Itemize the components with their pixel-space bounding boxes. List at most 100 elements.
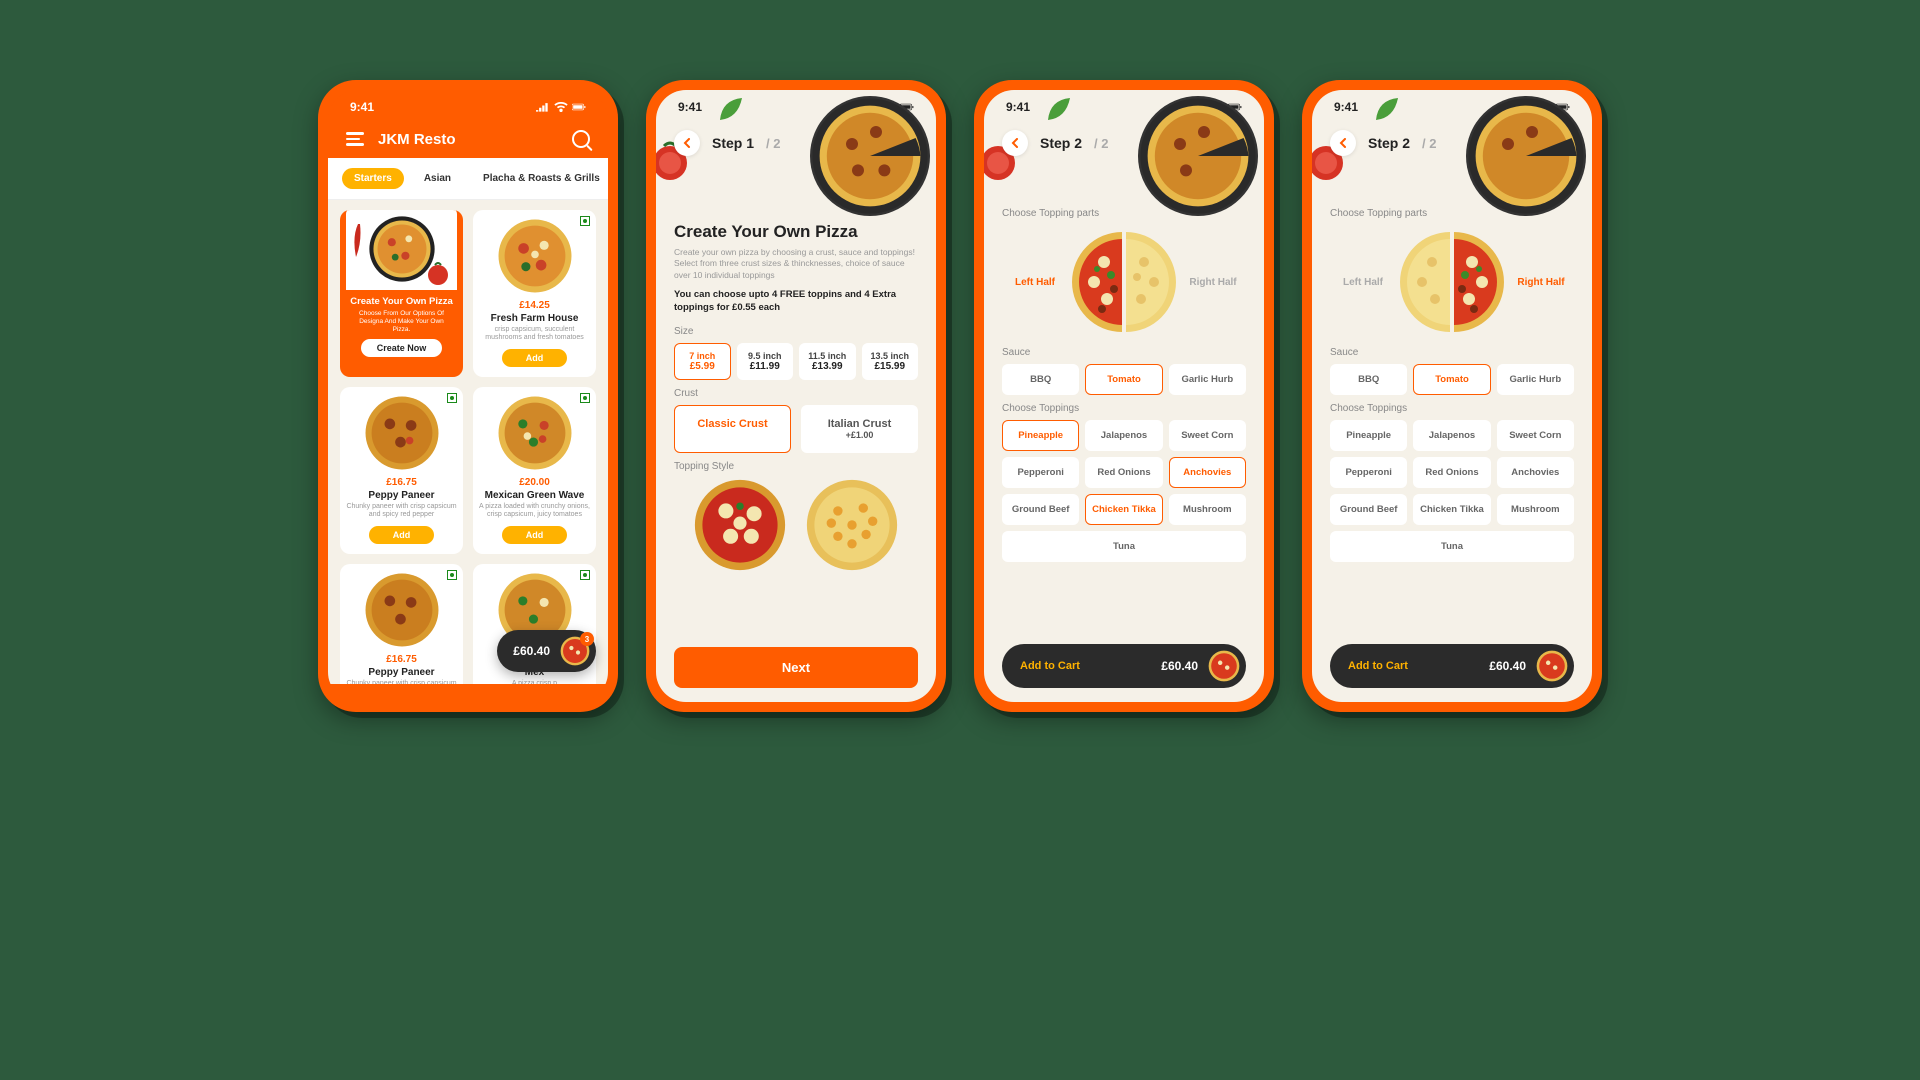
chip-option[interactable]: Pineapple [1330,420,1407,451]
size-option[interactable]: 9.5 inch£11.99 [737,343,794,380]
left-half-label[interactable]: Left Half [1007,277,1063,288]
chip-option[interactable]: Tomato [1085,364,1162,395]
chip-option[interactable]: Sweet Corn [1497,420,1574,451]
veg-icon [447,570,457,580]
chip-option[interactable]: Jalapenos [1085,420,1162,451]
step-label: Step 1 [712,135,754,151]
add-cart-label: Add to Cart [1020,660,1151,672]
status-time: 9:41 [678,100,702,114]
product-price: £16.75 [386,477,417,488]
create-now-button[interactable]: Create Now [361,339,443,357]
chip-option[interactable]: Chicken Tikka [1085,494,1162,525]
size-label: Size [674,326,918,337]
step-total: / 2 [766,136,780,151]
topping-style-option[interactable] [805,478,899,572]
chip-option[interactable]: Mushroom [1497,494,1574,525]
product-desc: A pizza loaded with crunchy onions, cris… [479,503,590,520]
product-price: £16.75 [386,654,417,665]
back-button[interactable] [674,130,700,156]
step-label: Step 2 [1368,135,1410,151]
chip-option[interactable]: Pepperoni [1002,457,1079,488]
add-button[interactable]: Add [502,526,568,544]
right-half-label[interactable]: Right Half [1185,277,1241,288]
size-option[interactable]: 11.5 inch£13.99 [799,343,856,380]
back-button[interactable] [1002,130,1028,156]
search-icon[interactable] [572,130,590,148]
chili-icon [350,222,370,262]
leaf-icon [1372,94,1402,124]
step-total: / 2 [1422,136,1436,151]
chip-option[interactable]: Ground Beef [1330,494,1407,525]
hero-title: Create Your Own Pizza [350,296,453,307]
product-card[interactable]: £16.75 Peppy Paneer Chunky paneer with c… [340,387,463,554]
chip-option[interactable]: Red Onions [1085,457,1162,488]
hero-subtitle: Choose From Our Options Of Designa And M… [346,310,457,333]
chip-option[interactable]: Red Onions [1413,457,1490,488]
veg-icon [447,393,457,403]
tab-asian[interactable]: Asian [412,168,463,189]
product-price: £14.25 [519,300,550,311]
chip-option[interactable]: Sweet Corn [1169,420,1246,451]
chip-option[interactable]: Mushroom [1169,494,1246,525]
chip-option[interactable]: Garlic Hurb [1169,364,1246,395]
status-time: 9:41 [1006,100,1030,114]
pizza-icon [1536,650,1568,682]
topping-options: PineappleJalapenosSweet Corn PepperoniRed… [1330,420,1574,562]
pizza-halves[interactable] [1397,227,1507,337]
add-cart-label: Add to Cart [1348,660,1479,672]
product-desc: A pizza crisp p [512,680,557,684]
status-icons [536,102,586,112]
toppings-label: Choose Toppings [1002,403,1246,414]
pizza-icon [364,395,440,471]
add-to-cart-button[interactable]: Add to Cart £60.40 [1002,644,1246,688]
chip-option[interactable]: Anchovies [1169,457,1246,488]
size-option[interactable]: 7 inch£5.99 [674,343,731,380]
chip-option[interactable]: Pineapple [1002,420,1079,451]
product-card[interactable]: £16.75 Peppy Paneer Chunky paneer with c… [340,564,463,684]
product-card[interactable]: £20.00 Mexican Green Wave A pizza loaded… [473,387,596,554]
chip-option[interactable]: Chicken Tikka [1413,494,1490,525]
sauce-options: BBQTomatoGarlic Hurb [1330,364,1574,395]
leaf-icon [716,94,746,124]
hero-card[interactable]: Create Your Own Pizza Choose From Our Op… [340,210,463,377]
back-button[interactable] [1330,130,1356,156]
add-button[interactable]: Add [502,349,568,367]
pizza-icon [364,572,440,648]
topping-style-option[interactable] [693,478,787,572]
topping-options: PineappleJalapenosSweet Corn PepperoniRed… [1002,420,1246,562]
chip-option[interactable]: BBQ [1330,364,1407,395]
chip-option[interactable]: Pepperoni [1330,457,1407,488]
chip-option[interactable]: Tomato [1413,364,1490,395]
chip-option[interactable]: Ground Beef [1002,494,1079,525]
crust-option[interactable]: Italian Crust+£1.00 [801,405,918,453]
sauce-options: BBQTomatoGarlic Hurb [1002,364,1246,395]
next-button[interactable]: Next [674,647,918,688]
add-button[interactable]: Add [369,526,435,544]
chip-option[interactable]: Tuna [1330,531,1574,562]
product-card[interactable]: £14.25 Fresh Farm House crisp capsicum, … [473,210,596,377]
page-title: Create Your Own Pizza [674,222,918,242]
pizza-halves[interactable] [1069,227,1179,337]
chip-option[interactable]: Anchovies [1497,457,1574,488]
chip-option[interactable]: BBQ [1002,364,1079,395]
right-half-label[interactable]: Right Half [1513,277,1569,288]
product-desc: crisp capsicum, succulent mushrooms and … [479,326,590,343]
chip-option[interactable]: Garlic Hurb [1497,364,1574,395]
chip-option[interactable]: Jalapenos [1413,420,1490,451]
left-half-label[interactable]: Left Half [1335,277,1391,288]
step-label: Step 2 [1040,135,1082,151]
menu-icon[interactable] [346,132,366,146]
tab-placha[interactable]: Placha & Roasts & Grills [471,168,608,189]
chip-option[interactable]: Tuna [1002,531,1246,562]
add-to-cart-button[interactable]: Add to Cart £60.40 [1330,644,1574,688]
tab-starters[interactable]: Starters [342,168,404,189]
add-cart-price: £60.40 [1489,659,1526,673]
crust-option[interactable]: Classic Crust [674,405,791,453]
status-time: 9:41 [350,100,374,114]
add-cart-price: £60.40 [1161,659,1198,673]
tstyle-options [674,478,918,572]
app-header: JKM Resto [328,124,608,158]
cart-pill[interactable]: £60.40 3 [497,630,596,672]
size-option[interactable]: 13.5 inch£15.99 [862,343,919,380]
product-name: Fresh Farm House [491,313,579,324]
